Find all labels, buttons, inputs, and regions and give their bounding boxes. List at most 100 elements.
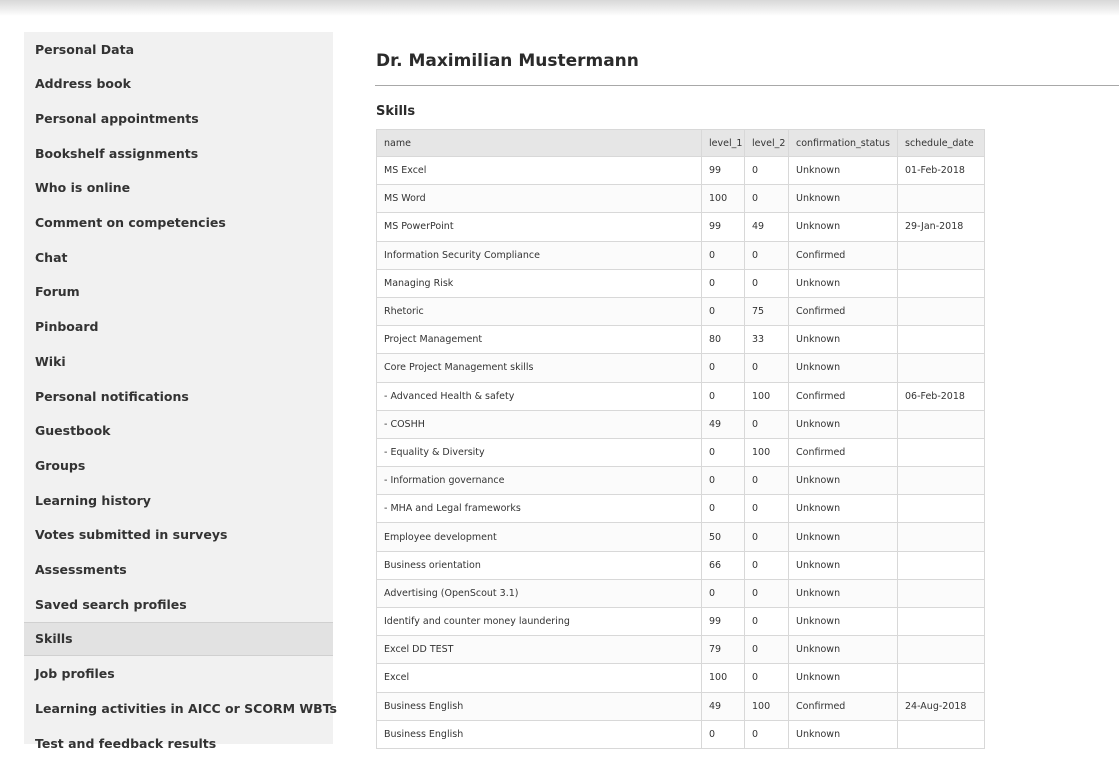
cell-level-2: 75 bbox=[744, 296, 789, 327]
column-header-name[interactable]: name bbox=[376, 129, 702, 157]
table-row[interactable]: - Advanced Health & safety 0 100 Confirmed 0… bbox=[376, 381, 985, 411]
cell-level-1: 49 bbox=[701, 691, 745, 721]
cell-level-2: 0 bbox=[744, 550, 789, 580]
cell-level-1: 0 bbox=[701, 268, 745, 298]
cell-level-2: 0 bbox=[744, 409, 789, 439]
sidebar-item-chat[interactable]: Chat bbox=[24, 240, 333, 274]
cell-confirmation-status: Unknown bbox=[788, 719, 898, 749]
sidebar-item-personal-notifications[interactable]: Personal notifications bbox=[24, 379, 333, 413]
cell-name: Rhetoric bbox=[376, 296, 702, 327]
cell-level-2: 0 bbox=[744, 184, 789, 214]
cell-name: MS Word bbox=[376, 184, 702, 214]
table-row[interactable]: Employee development 50 0 Unknown bbox=[376, 522, 985, 552]
table-row[interactable]: Rhetoric 0 75 Confirmed bbox=[376, 296, 985, 327]
table-row[interactable]: Excel 100 0 Unknown bbox=[376, 663, 985, 693]
cell-name: Business English bbox=[376, 691, 702, 721]
cell-level-1: 0 bbox=[701, 296, 745, 327]
cell-schedule-date bbox=[897, 268, 985, 298]
main-content: Dr. Maximilian Mustermann Skills name lev… bbox=[375, 0, 1119, 749]
cell-confirmation-status: Unknown bbox=[788, 663, 898, 693]
cell-schedule-date: 06-Feb-2018 bbox=[897, 381, 985, 411]
cell-schedule-date bbox=[897, 353, 985, 383]
cell-level-1: 66 bbox=[701, 550, 745, 580]
column-header-level-1[interactable]: level_1 bbox=[701, 129, 745, 157]
cell-level-1: 99 bbox=[701, 606, 745, 637]
column-header-level-2[interactable]: level_2 bbox=[744, 129, 789, 157]
cell-name: Project Management bbox=[376, 325, 702, 355]
cell-confirmation-status: Unknown bbox=[788, 494, 898, 524]
sidebar-item-who-is-online[interactable]: Who is online bbox=[24, 171, 333, 205]
cell-schedule-date bbox=[897, 240, 985, 270]
table-row[interactable]: - MHA and Legal frameworks 0 0 Unknown bbox=[376, 494, 985, 524]
cell-level-1: 100 bbox=[701, 184, 745, 214]
cell-level-1: 100 bbox=[701, 663, 745, 693]
sidebar-item-learning-activities-in-aicc-or-scorm-wbts[interactable]: Learning activities in AICC or SCORM WBT… bbox=[24, 691, 337, 725]
table-row[interactable]: Business orientation 66 0 Unknown bbox=[376, 550, 985, 580]
cell-level-1: 0 bbox=[701, 578, 745, 609]
cell-schedule-date: 24-Aug-2018 bbox=[897, 691, 985, 721]
table-row[interactable]: Identify and counter money laundering 99 0… bbox=[376, 606, 985, 637]
sidebar-item-pinboard[interactable]: Pinboard bbox=[24, 310, 333, 344]
cell-name: Advertising (OpenScout 3.1) bbox=[376, 578, 702, 609]
table-row[interactable]: - Equality & Diversity 0 100 Confirmed bbox=[376, 437, 985, 468]
table-row[interactable]: Business English 49 100 Confirmed 24-Aug-201… bbox=[376, 691, 985, 721]
cell-schedule-date: 29-Jan-2018 bbox=[897, 212, 985, 242]
cell-confirmation-status: Unknown bbox=[788, 578, 898, 609]
cell-level-2: 0 bbox=[744, 155, 789, 186]
table-row[interactable]: - Information governance 0 0 Unknown bbox=[376, 466, 985, 496]
cell-name: Information Security Compliance bbox=[376, 240, 702, 270]
table-row[interactable]: MS Excel 99 0 Unknown 01-Feb-2018 bbox=[376, 155, 985, 186]
table-row[interactable]: Information Security Compliance 0 0 Confirm… bbox=[376, 240, 985, 270]
sidebar-item-guestbook[interactable]: Guestbook bbox=[24, 414, 333, 448]
sidebar-item-groups[interactable]: Groups bbox=[24, 448, 333, 482]
cell-name: Identify and counter money laundering bbox=[376, 606, 702, 637]
sidebar-item-saved-search-profiles[interactable]: Saved search profiles bbox=[24, 587, 333, 621]
sidebar-item-personal-data[interactable]: Personal Data bbox=[24, 32, 333, 66]
section-title: Skills bbox=[376, 104, 416, 119]
cell-name: MS Excel bbox=[376, 155, 702, 186]
table-row[interactable]: Managing Risk 0 0 Unknown bbox=[376, 268, 985, 298]
table-row[interactable]: Excel DD TEST 79 0 Unknown bbox=[376, 635, 985, 665]
sidebar-item-job-profiles[interactable]: Job profiles bbox=[24, 657, 333, 691]
cell-name: Core Project Management skills bbox=[376, 353, 702, 383]
sidebar-item-assessments[interactable]: Assessments bbox=[24, 553, 333, 587]
table-row[interactable]: Advertising (OpenScout 3.1) 0 0 Unknown bbox=[376, 578, 985, 609]
cell-level-1: 80 bbox=[701, 325, 745, 355]
sidebar-item-comment-on-competencies[interactable]: Comment on competencies bbox=[24, 206, 333, 240]
table-row[interactable]: MS PowerPoint 99 49 Unknown 29-Jan-2018 bbox=[376, 212, 985, 242]
cell-name: - MHA and Legal frameworks bbox=[376, 494, 702, 524]
table-row[interactable]: Project Management 80 33 Unknown bbox=[376, 325, 985, 355]
cell-level-1: 49 bbox=[701, 409, 745, 439]
sidebar-item-bookshelf-assignments[interactable]: Bookshelf assignments bbox=[24, 136, 333, 170]
cell-schedule-date bbox=[897, 325, 985, 355]
cell-schedule-date bbox=[897, 296, 985, 327]
cell-name: - Equality & Diversity bbox=[376, 437, 702, 468]
title-divider bbox=[375, 85, 1119, 86]
table-row[interactable]: Core Project Management skills 0 0 Unknown bbox=[376, 353, 985, 383]
cell-level-1: 0 bbox=[701, 494, 745, 524]
cell-name: MS PowerPoint bbox=[376, 212, 702, 242]
sidebar-item-personal-appointments[interactable]: Personal appointments bbox=[24, 101, 333, 135]
sidebar-item-learning-history[interactable]: Learning history bbox=[24, 483, 333, 517]
cell-level-2: 0 bbox=[744, 353, 789, 383]
cell-name: Excel DD TEST bbox=[376, 635, 702, 665]
table-row[interactable]: MS Word 100 0 Unknown bbox=[376, 184, 985, 214]
cell-level-2: 33 bbox=[744, 325, 789, 355]
cell-name: - Information governance bbox=[376, 466, 702, 496]
cell-level-1: 50 bbox=[701, 522, 745, 552]
sidebar-item-votes-submitted-in-surveys[interactable]: Votes submitted in surveys bbox=[24, 518, 333, 552]
column-header-schedule-date[interactable]: schedule_date bbox=[897, 129, 985, 157]
table-row[interactable]: - COSHH 49 0 Unknown bbox=[376, 409, 985, 439]
sidebar-item-forum[interactable]: Forum bbox=[24, 275, 333, 309]
sidebar-item-address-book[interactable]: Address book bbox=[24, 67, 333, 101]
cell-name: Business English bbox=[376, 719, 702, 749]
cell-level-2: 0 bbox=[744, 635, 789, 665]
column-header-confirmation-status[interactable]: confirmation_status bbox=[788, 129, 898, 157]
cell-schedule-date bbox=[897, 409, 985, 439]
sidebar-item-skills[interactable]: Skills bbox=[24, 621, 333, 656]
cell-confirmation-status: Confirmed bbox=[788, 381, 898, 411]
sidebar-item-test-and-feedback-results[interactable]: Test and feedback results bbox=[24, 726, 333, 760]
cell-name: - Advanced Health & safety bbox=[376, 381, 702, 411]
sidebar-item-wiki[interactable]: Wiki bbox=[24, 344, 333, 378]
table-row[interactable]: Business English 0 0 Unknown bbox=[376, 719, 985, 749]
